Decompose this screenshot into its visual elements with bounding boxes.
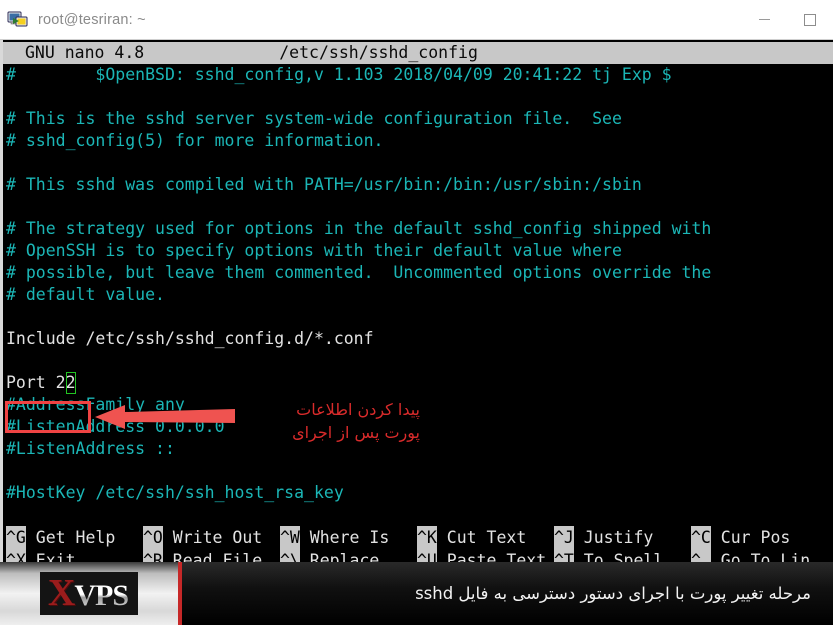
terminal-computer-icon: [7, 9, 29, 31]
editor-line: # possible, but leave them commented. Un…: [3, 262, 833, 284]
nano-status-bar: GNU nano 4.8 /etc/ssh/sshd_config: [3, 42, 833, 64]
shortcut-item[interactable]: ^O Write Out: [143, 526, 262, 549]
editor-line-text: # This is the sshd server system-wide co…: [6, 109, 622, 128]
shortcut-key: ^W: [280, 526, 300, 549]
shortcut-key: ^K: [417, 526, 437, 549]
editor-line-text: # The strategy used for options in the d…: [6, 219, 712, 238]
editor-line: # default value.: [3, 284, 833, 306]
editor-line-text: [6, 307, 16, 326]
window-controls: [741, 0, 833, 39]
banner-caption-area: مرحله تغییر پورت با اجرای دستور دسترسی ب…: [182, 562, 833, 625]
editor-line: # The strategy used for options in the d…: [3, 218, 833, 240]
editor-line: # sshd_config(5) for more information.: [3, 130, 833, 152]
maximize-icon: [804, 13, 816, 26]
terminal-window[interactable]: GNU nano 4.8 /etc/ssh/sshd_config # $Ope…: [0, 40, 833, 572]
shortcut-label: Cur Pos: [710, 528, 791, 547]
editor-line: [3, 460, 833, 482]
shortcut-label: Write Out: [162, 528, 263, 547]
shortcut-item[interactable]: ^W Where Is: [280, 526, 389, 549]
editor-line: #HostKey /etc/ssh/ssh_host_rsa_key: [3, 482, 833, 504]
logo-vps-letters: VPS: [74, 579, 129, 612]
editor-line-text: [6, 153, 16, 172]
minimize-button[interactable]: [741, 0, 787, 39]
editor-line-text: Port 2: [6, 373, 66, 392]
annotation-note-text: پیدا کردن اطلاعات پورت پس از اجرای: [292, 400, 420, 442]
editor-line-text: Include /etc/ssh/sshd_config.d/*.conf: [6, 329, 374, 348]
shortcut-key: ^C: [691, 526, 711, 549]
editor-line-text: # sshd_config(5) for more information.: [6, 131, 384, 150]
shortcut-item[interactable]: ^J Justify: [554, 526, 653, 549]
editor-line: [3, 152, 833, 174]
maximize-button[interactable]: [787, 0, 833, 39]
nano-filename-label: /etc/ssh/sshd_config: [279, 43, 478, 62]
editor-line-text: [6, 197, 16, 216]
editor-line-text: [6, 461, 16, 480]
editor-line: # OpenSSH is to specify options with the…: [3, 240, 833, 262]
editor-line-text: [6, 351, 16, 370]
editor-line: # This sshd was compiled with PATH=/usr/…: [3, 174, 833, 196]
editor-line: # $OpenBSD: sshd_config,v 1.103 2018/04/…: [3, 64, 833, 86]
editor-line-text: #HostKey /etc/ssh/ssh_host_rsa_key: [6, 483, 344, 502]
editor-line: [3, 86, 833, 108]
shortcut-key: ^G: [6, 526, 26, 549]
logo-x-letter: X: [47, 572, 75, 614]
editor-line-text: # OpenSSH is to specify options with the…: [6, 241, 622, 260]
editor-line-text: # $OpenBSD: sshd_config,v 1.103 2018/04/…: [6, 65, 672, 84]
editor-line-text: [6, 87, 16, 106]
editor-line-text: # possible, but leave them commented. Un…: [6, 263, 712, 282]
shortcut-label: Cut Text: [436, 528, 527, 547]
shortcut-item[interactable]: ^C Cur Pos: [691, 526, 790, 549]
shortcut-key: ^J: [554, 526, 574, 549]
banner-logo-area: X VPS: [0, 562, 182, 625]
shortcut-label: Get Help: [25, 528, 116, 547]
window-title: root@tesriran: ~: [38, 11, 146, 28]
xvps-logo: X VPS: [39, 572, 139, 615]
window-titlebar: root@tesriran: ~: [0, 0, 833, 40]
app-root: root@tesriran: ~ GNU nano 4.8 /etc/ssh/s…: [0, 0, 833, 625]
shortcut-label: Where Is: [299, 528, 390, 547]
banner-caption: مرحله تغییر پورت با اجرای دستور دسترسی ب…: [415, 584, 811, 603]
nano-version-label: GNU nano 4.8: [25, 43, 145, 62]
editor-line: Include /etc/ssh/sshd_config.d/*.conf: [3, 328, 833, 350]
bottom-banner: X VPS مرحله تغییر پورت با اجرای دستور دس…: [0, 562, 833, 625]
shortcut-row: ^G Get Help ^O Write Out ^W Where Is ^K Cut…: [3, 526, 833, 549]
editor-line-text: # default value.: [6, 285, 165, 304]
shortcut-item[interactable]: ^G Get Help: [6, 526, 115, 549]
shortcut-key: ^O: [143, 526, 163, 549]
editor-line: Port 22: [3, 372, 833, 394]
editor-line-text: # This sshd was compiled with PATH=/usr/…: [6, 175, 642, 194]
text-cursor: 2: [65, 372, 76, 394]
minimize-icon: [758, 19, 770, 20]
editor-line: # This is the sshd server system-wide co…: [3, 108, 833, 130]
editor-line-text: #ListenAddress ::: [6, 439, 175, 458]
editor-line: [3, 306, 833, 328]
shortcut-label: Justify: [573, 528, 654, 547]
shortcut-item[interactable]: ^K Cut Text: [417, 526, 526, 549]
editor-line: [3, 196, 833, 218]
editor-line: [3, 350, 833, 372]
annotation-arrow-icon: [95, 402, 235, 432]
